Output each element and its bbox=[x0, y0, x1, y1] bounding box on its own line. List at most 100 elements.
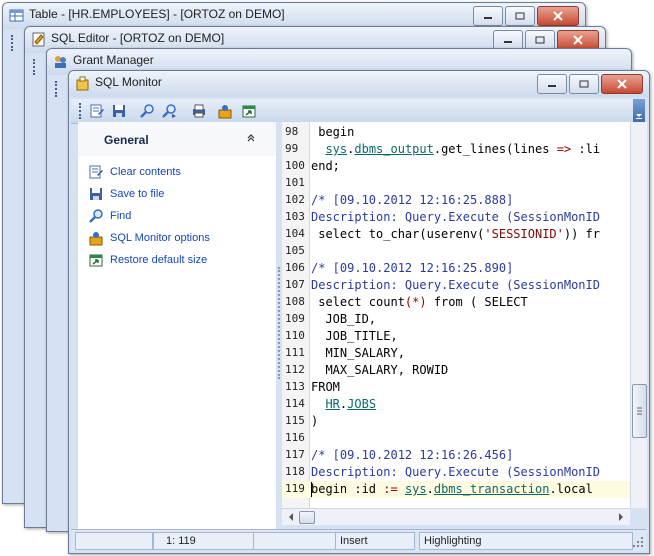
code-line[interactable]: 118 Description: Query.Execute (SessionMo… bbox=[282, 464, 630, 481]
code-text: HR.JOBS bbox=[325, 397, 377, 411]
close-button[interactable] bbox=[557, 30, 599, 50]
code-line[interactable]: 116 bbox=[282, 430, 630, 447]
code-line[interactable]: 98 begin bbox=[282, 124, 630, 141]
sql-log-editor[interactable]: 98 begin 99 sys.dbms_output.get_lines(lin… bbox=[282, 122, 630, 508]
code-line[interactable]: 114 HR.JOBS bbox=[282, 396, 630, 413]
restore-button[interactable] bbox=[505, 6, 535, 26]
toolbar-overflow-button[interactable] bbox=[633, 99, 645, 123]
horizontal-scrollbar[interactable] bbox=[282, 508, 630, 525]
code-line[interactable]: 102 /* [09.10.2012 12:16:25.888] bbox=[282, 192, 630, 209]
restore-button[interactable] bbox=[569, 74, 599, 94]
toolbar-grip bbox=[79, 103, 81, 119]
find-next-icon[interactable] bbox=[161, 103, 177, 119]
code-line[interactable]: 104 select to_char(userenv('SESSIONID'))… bbox=[282, 226, 630, 243]
code-line[interactable]: 112 MAX_SALARY, ROWID bbox=[282, 362, 630, 379]
resize-grip-icon[interactable] bbox=[632, 536, 644, 548]
nav-item-sql-monitor-options[interactable]: SQL Monitor options bbox=[88, 229, 210, 247]
highlighting-mode: Highlighting bbox=[419, 532, 633, 550]
line-number: 114 bbox=[285, 397, 305, 410]
restore-window-icon bbox=[515, 12, 525, 20]
code-text: /* [09.10.2012 12:16:25.888] bbox=[311, 193, 514, 207]
code-line[interactable]: 111 MIN_SALARY, bbox=[282, 345, 630, 362]
code-line[interactable]: 101 bbox=[282, 175, 630, 192]
close-button[interactable] bbox=[537, 6, 579, 26]
code-line[interactable]: 106 /* [09.10.2012 12:16:25.890] bbox=[282, 260, 630, 277]
nav-item-restore-default-size[interactable]: Restore default size bbox=[88, 251, 207, 269]
code-line[interactable]: 103 Description: Query.Execute (SessionMo… bbox=[282, 209, 630, 226]
nav-item-label: Find bbox=[110, 210, 132, 222]
code-text: begin bbox=[311, 125, 355, 139]
line-number: 98 bbox=[285, 125, 299, 138]
nav-item-label: SQL Monitor options bbox=[110, 232, 210, 244]
line-number: 112 bbox=[285, 363, 305, 376]
nav-item-label: Clear contents bbox=[110, 166, 181, 178]
code-line[interactable]: 107 Description: Query.Execute (SessionMo… bbox=[282, 277, 630, 294]
nav-header-title: General bbox=[104, 133, 149, 147]
sql-editor-icon bbox=[32, 32, 45, 47]
code-text: Description: Query.Execute (SessionMonID bbox=[311, 210, 600, 224]
options-icon[interactable] bbox=[217, 103, 233, 119]
vertical-scrollbar[interactable] bbox=[630, 122, 647, 508]
scroll-thumb[interactable] bbox=[299, 511, 315, 524]
toolbar bbox=[71, 99, 645, 124]
restore-icon[interactable] bbox=[241, 103, 257, 119]
close-button[interactable] bbox=[601, 74, 643, 94]
scroll-right-button[interactable] bbox=[614, 510, 628, 524]
code-line[interactable]: 113 FROM bbox=[282, 379, 630, 396]
minimize-button[interactable] bbox=[493, 30, 523, 50]
nav-item-label: Restore default size bbox=[110, 254, 208, 266]
sql-monitor-icon bbox=[76, 76, 89, 91]
line-number: 106 bbox=[285, 261, 305, 274]
minimize-button[interactable] bbox=[537, 74, 567, 94]
line-number: 118 bbox=[285, 465, 305, 478]
minimize-icon bbox=[484, 17, 492, 19]
nav-item-clear-contents[interactable]: Clear contents bbox=[88, 163, 181, 181]
grip-icon bbox=[637, 407, 642, 415]
scroll-left-button[interactable] bbox=[284, 510, 298, 524]
print-icon[interactable] bbox=[191, 103, 207, 119]
nav-header[interactable]: General bbox=[78, 122, 276, 156]
close-icon bbox=[617, 79, 627, 89]
code-line[interactable]: 110 JOB_TITLE, bbox=[282, 328, 630, 345]
text-caret bbox=[311, 482, 312, 497]
code-line[interactable]: 99 sys.dbms_output.get_lines(lines => :l… bbox=[282, 141, 630, 158]
code-text: begin :id := sys.dbms_transaction.local bbox=[311, 482, 593, 496]
chevron-left-icon bbox=[289, 513, 293, 521]
window-title: SQL Monitor bbox=[95, 75, 162, 89]
restore-button[interactable] bbox=[525, 30, 555, 50]
line-number: 111 bbox=[285, 346, 305, 359]
line-number: 103 bbox=[285, 210, 305, 223]
nav-item-find[interactable]: Find bbox=[88, 207, 131, 225]
minimize-button[interactable] bbox=[473, 6, 503, 26]
splitter-grip bbox=[278, 267, 280, 379]
code-line[interactable]: 115) bbox=[282, 413, 630, 430]
find-icon[interactable] bbox=[139, 103, 155, 119]
line-number: 109 bbox=[285, 312, 305, 325]
statusbar: 1: 119 Insert Highlighting bbox=[71, 529, 646, 551]
chevron-down-icon bbox=[636, 114, 642, 119]
code-text: end; bbox=[311, 159, 340, 173]
code-text: sys.dbms_output.get_lines(lines => :li bbox=[325, 142, 601, 156]
window-title: Grant Manager bbox=[73, 53, 154, 67]
line-number: 108 bbox=[285, 295, 305, 308]
code-text: MAX_SALARY, ROWID bbox=[311, 363, 449, 377]
code-line[interactable]: 109 JOB_ID, bbox=[282, 311, 630, 328]
code-line[interactable]: 108 select count(*) from ( SELECT bbox=[282, 294, 630, 311]
line-number: 102 bbox=[285, 193, 305, 206]
clear-contents-icon bbox=[89, 165, 103, 179]
scroll-thumb[interactable] bbox=[632, 384, 647, 438]
nav-item-save-to-file[interactable]: Save to file bbox=[88, 185, 164, 203]
code-line[interactable]: 100 end; bbox=[282, 158, 630, 175]
restore-icon bbox=[89, 254, 103, 267]
clear-contents-icon[interactable] bbox=[89, 103, 105, 119]
save-icon[interactable] bbox=[111, 103, 127, 119]
status-segment-empty bbox=[75, 532, 153, 550]
code-text: MIN_SALARY, bbox=[311, 346, 405, 360]
code-line[interactable]: 105 bbox=[282, 243, 630, 260]
code-line[interactable]: 119 begin :id := sys.dbms_transaction.loc… bbox=[282, 481, 630, 498]
close-icon bbox=[573, 35, 583, 45]
code-line[interactable]: 117 /* [09.10.2012 12:16:26.456] bbox=[282, 447, 630, 464]
grant-manager-icon bbox=[55, 56, 66, 68]
sql-monitor-titlebar[interactable]: SQL Monitor bbox=[69, 71, 649, 97]
collapse-icon[interactable] bbox=[246, 132, 256, 146]
